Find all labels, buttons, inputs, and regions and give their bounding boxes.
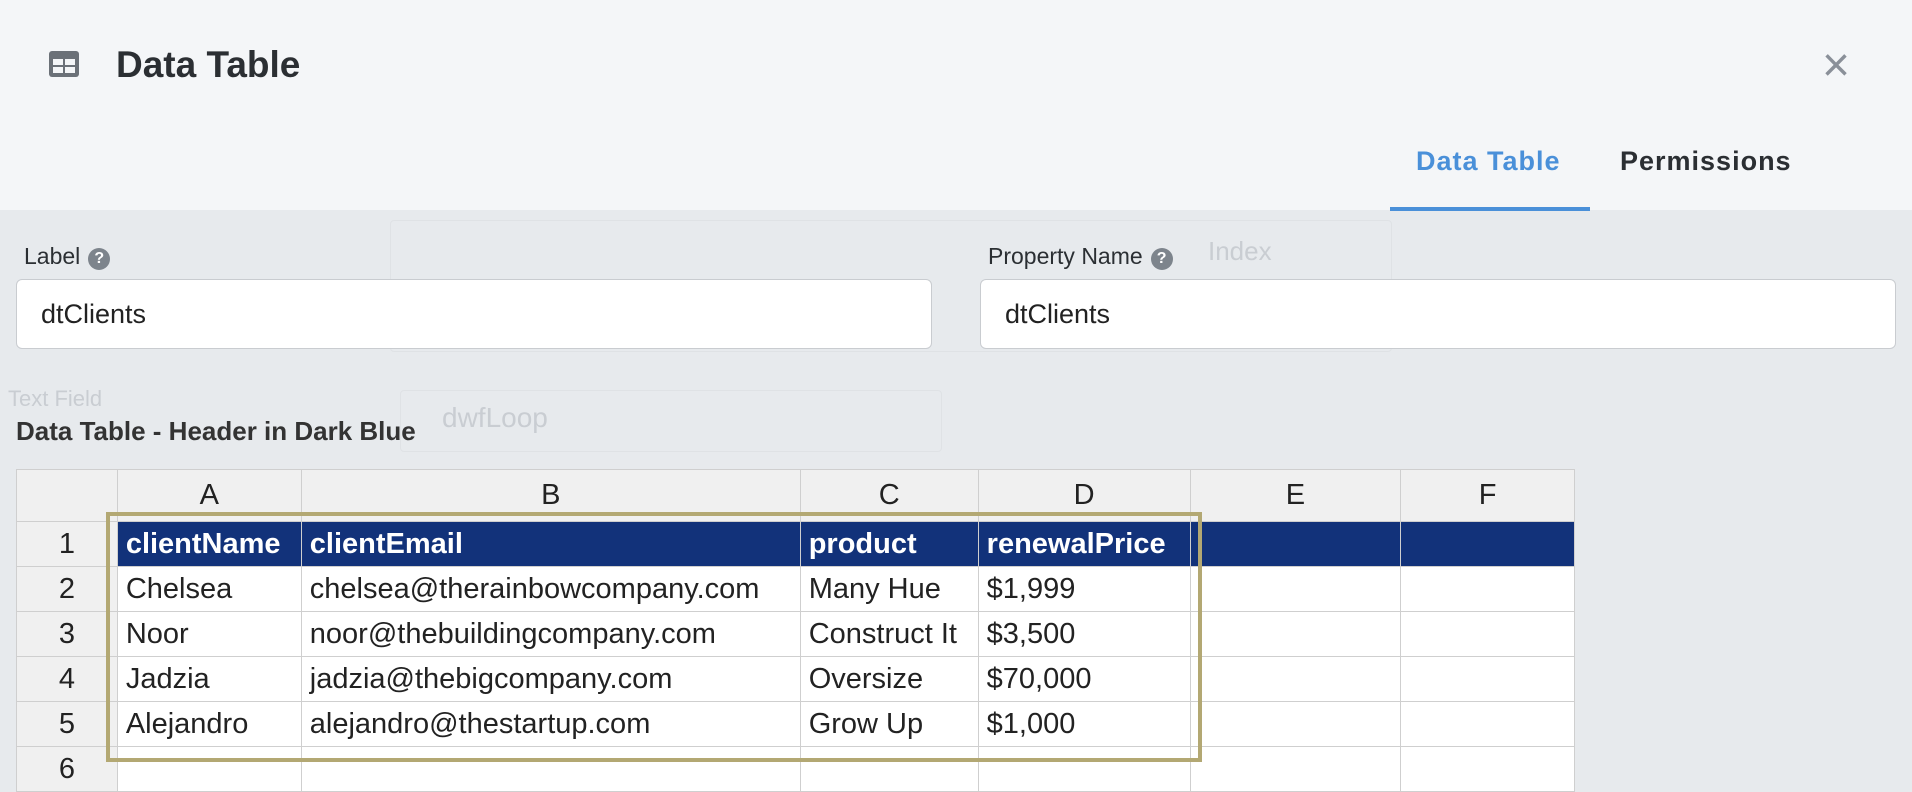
cell[interactable] (1400, 656, 1575, 702)
column-header[interactable]: D (977, 469, 1191, 522)
cell[interactable]: Oversize (799, 656, 979, 702)
cell[interactable]: Grow Up (799, 701, 979, 747)
table-row: 2 Chelsea chelsea@therainbowcompany.com … (16, 566, 1575, 612)
corner-cell[interactable] (16, 469, 118, 522)
column-header[interactable]: A (116, 469, 302, 522)
table-row: 5 Alejandro alejandro@thestartup.com Gro… (16, 701, 1575, 747)
cell[interactable] (1189, 521, 1402, 567)
row-header[interactable]: 2 (16, 566, 118, 612)
row-header[interactable]: 3 (16, 611, 118, 657)
cell[interactable] (1400, 746, 1575, 792)
help-icon[interactable]: ? (88, 248, 111, 270)
cell[interactable] (1400, 566, 1575, 612)
cell[interactable] (1189, 566, 1402, 612)
column-header[interactable]: F (1400, 469, 1575, 522)
table-row: 1 clientName clientEmail product renewal… (16, 521, 1575, 567)
cell[interactable] (1189, 656, 1402, 702)
cell[interactable] (1400, 521, 1575, 567)
cell[interactable] (1400, 701, 1575, 747)
label-input[interactable] (16, 279, 932, 349)
active-tab-indicator (1390, 207, 1590, 211)
property-name-input[interactable] (980, 279, 1896, 349)
cell[interactable]: renewalPrice (977, 521, 1191, 567)
cell[interactable] (116, 746, 302, 792)
property-name-field-label: Property Name? (988, 243, 1173, 270)
cell[interactable] (977, 746, 1191, 792)
cell[interactable]: noor@thebuildingcompany.com (300, 611, 801, 657)
tab-data-table[interactable]: Data Table (1416, 146, 1561, 177)
cell[interactable]: Alejandro (116, 701, 302, 747)
property-name-label-text: Property Name (988, 243, 1143, 269)
cell[interactable]: Chelsea (116, 566, 302, 612)
cell[interactable]: clientName (116, 521, 302, 567)
close-button[interactable]: × (1818, 42, 1854, 90)
spreadsheet-table: A B C D E F 1 clientName clientEmail pro… (16, 469, 1575, 792)
data-table-title: Data Table - Header in Dark Blue (16, 416, 416, 446)
modal-header: Data Table × Data Table Permissions (0, 0, 1912, 211)
cell[interactable]: Noor (116, 611, 302, 657)
spreadsheet-grid[interactable]: A B C D E F 1 clientName clientEmail pro… (16, 469, 1575, 792)
cell[interactable]: $1,000 (977, 701, 1191, 747)
row-header[interactable]: 1 (16, 521, 118, 567)
row-header[interactable]: 5 (16, 701, 118, 747)
cell[interactable]: alejandro@thestartup.com (300, 701, 801, 747)
cell[interactable]: jadzia@thebigcompany.com (300, 656, 801, 702)
column-header[interactable]: B (300, 469, 801, 522)
cell[interactable]: Many Hue (799, 566, 979, 612)
cell[interactable]: chelsea@therainbowcompany.com (300, 566, 801, 612)
cell[interactable] (1189, 611, 1402, 657)
help-icon[interactable]: ? (1150, 248, 1173, 270)
table-row: 6 (16, 746, 1575, 792)
cell[interactable] (799, 746, 979, 792)
row-header[interactable]: 4 (16, 656, 118, 702)
cell[interactable] (1189, 701, 1402, 747)
label-field-label: Label? (24, 243, 111, 270)
cell[interactable]: product (799, 521, 979, 567)
column-header[interactable]: C (799, 469, 979, 522)
cell[interactable]: Jadzia (116, 656, 302, 702)
table-icon (49, 51, 79, 77)
column-header[interactable]: E (1189, 469, 1402, 522)
tab-permissions[interactable]: Permissions (1620, 146, 1792, 177)
table-row: 4 Jadzia jadzia@thebigcompany.com Oversi… (16, 656, 1575, 702)
background-text-field-label: Text Field (8, 386, 103, 411)
cell[interactable]: $70,000 (977, 656, 1191, 702)
table-row: 3 Noor noor@thebuildingcompany.com Const… (16, 611, 1575, 657)
modal-title: Data Table (116, 44, 301, 85)
cell[interactable] (1189, 746, 1402, 792)
row-header[interactable]: 6 (16, 746, 118, 792)
cell[interactable] (1400, 611, 1575, 657)
cell[interactable]: $3,500 (977, 611, 1191, 657)
cell[interactable]: clientEmail (300, 521, 801, 567)
cell[interactable] (300, 746, 801, 792)
label-field-label-text: Label (24, 243, 81, 269)
cell[interactable]: Construct It (799, 611, 979, 657)
background-loop-label: dwfLoop (442, 402, 548, 433)
cell[interactable]: $1,999 (977, 566, 1191, 612)
background-index-label: Index (1208, 236, 1272, 266)
